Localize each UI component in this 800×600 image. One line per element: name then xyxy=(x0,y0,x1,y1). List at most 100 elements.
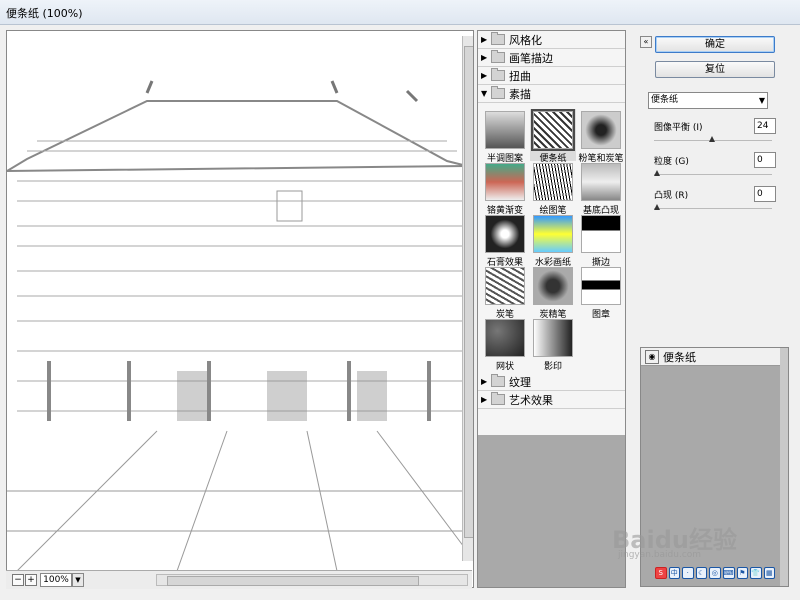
zoom-level-input[interactable]: 100% xyxy=(40,573,72,587)
category-texture[interactable]: ▶ 纹理 xyxy=(478,373,625,391)
reset-button[interactable]: 复位 xyxy=(655,61,775,78)
filter-thumbnail[interactable]: 铬黄渐变 xyxy=(482,161,528,216)
ime-tool-icon[interactable]: ⌨ xyxy=(722,567,735,579)
expand-arrow-icon: ▶ xyxy=(481,377,488,386)
filter-thumbnail[interactable]: 便条纸 xyxy=(530,109,576,164)
ok-button[interactable]: 确定 xyxy=(655,36,775,53)
effect-layer-row[interactable]: ◉ 便条纸 xyxy=(641,348,788,366)
layers-scrollbar[interactable] xyxy=(780,348,788,586)
filter-preview-image xyxy=(581,163,621,201)
collapse-gallery-icon[interactable]: « xyxy=(640,36,652,48)
category-stylize[interactable]: ▶ 风格化 xyxy=(478,31,625,49)
ime-tool-icon[interactable]: ☾ xyxy=(695,567,707,579)
filter-preview-image xyxy=(485,267,525,305)
filter-preview-image xyxy=(485,215,525,253)
ime-tool-icon[interactable]: 中 xyxy=(668,567,680,579)
ime-tool-icon[interactable]: · xyxy=(682,567,694,579)
effect-layer-name: 便条纸 xyxy=(663,350,696,364)
param-slider-track[interactable] xyxy=(654,174,772,175)
preview-vertical-scrollbar[interactable] xyxy=(462,36,473,561)
filter-thumbnail[interactable]: 基底凸现 xyxy=(578,161,624,216)
filter-param: 凸现 (R) 0 xyxy=(654,186,776,220)
expand-arrow-icon: ▶ xyxy=(481,35,488,44)
filter-param: 图像平衡 (I) 24 xyxy=(654,118,776,152)
filter-preview-image xyxy=(531,109,575,151)
filter-label: 网状 xyxy=(495,362,514,372)
filter-thumbnail[interactable]: 网状 xyxy=(482,317,528,372)
filter-preview-image xyxy=(533,319,573,357)
filter-preview-image xyxy=(581,267,621,305)
filter-select[interactable]: 便条纸 ▼ xyxy=(648,92,768,109)
filter-preview-image xyxy=(485,163,525,201)
filter-gallery: ▶ 风格化 ▶ 画笔描边 ▶ 扭曲 ▼ 素描 半调图案 便条纸 粉笔和炭笔铬黄渐变 绘图笔 基底… xyxy=(477,30,626,588)
expand-arrow-icon: ▶ xyxy=(481,71,488,80)
filter-preview-image xyxy=(485,319,525,357)
zoom-out-button[interactable]: − xyxy=(12,574,24,586)
ime-tool-icon[interactable]: ◎ xyxy=(709,567,721,579)
category-sketch[interactable]: ▼ 素描 xyxy=(478,85,625,103)
folder-icon xyxy=(491,392,505,405)
filter-thumbnail[interactable]: 炭精笔 xyxy=(530,265,576,320)
preview-canvas[interactable] xyxy=(6,30,474,588)
filter-thumbnail[interactable]: 炭笔 xyxy=(482,265,528,320)
param-value-input[interactable]: 0 xyxy=(754,152,776,168)
category-distort[interactable]: ▶ 扭曲 xyxy=(478,67,625,85)
filter-preview-image xyxy=(485,111,525,149)
collapse-arrow-icon: ▼ xyxy=(481,89,488,98)
preview-zoom-bar: − + 100% ▼ xyxy=(6,570,472,589)
param-label: 凸现 (R) xyxy=(654,191,689,201)
filter-thumbnail[interactable]: 绘图笔 xyxy=(530,161,576,216)
watermark-url: jingyan.baidu.com xyxy=(618,550,702,560)
filter-controls: « 确定 复位 便条纸 ▼ 图像平衡 (I) 24 粒度 (G) 0 凸现 (R) 0 xyxy=(640,30,792,330)
open-folder-icon xyxy=(491,86,505,99)
param-label: 粒度 (G) xyxy=(654,157,689,167)
filter-param: 粒度 (G) 0 xyxy=(654,152,776,186)
category-brush-strokes[interactable]: ▶ 画笔描边 xyxy=(478,49,625,67)
vertical-scroll-thumb[interactable] xyxy=(464,46,473,538)
ime-tool-icon[interactable]: S xyxy=(655,567,667,579)
zoom-dropdown-icon[interactable]: ▼ xyxy=(72,573,84,587)
folder-icon xyxy=(491,68,505,81)
filter-thumbnail[interactable]: 图章 xyxy=(578,265,624,320)
preview-image xyxy=(7,31,473,572)
filter-thumbnail[interactable]: 影印 xyxy=(530,317,576,372)
param-value-input[interactable]: 0 xyxy=(754,186,776,202)
filter-thumbnail[interactable]: 半调图案 xyxy=(482,109,528,164)
chevron-down-icon: ▼ xyxy=(758,96,765,105)
window-titlebar: 便条纸 (100%) xyxy=(0,0,800,25)
ime-tool-icon[interactable]: 👕 xyxy=(750,567,762,579)
zoom-in-button[interactable]: + xyxy=(25,574,37,586)
horizontal-scroll-thumb[interactable] xyxy=(167,576,419,586)
folder-icon xyxy=(491,374,505,387)
filter-thumbnail[interactable]: 石膏效果 xyxy=(482,213,528,268)
filter-preview-image xyxy=(581,215,621,253)
folder-icon xyxy=(491,50,505,63)
folder-icon xyxy=(491,32,505,45)
filter-thumbnail[interactable]: 粉笔和炭笔 xyxy=(578,109,624,164)
filter-label: 影印 xyxy=(543,362,562,372)
filter-thumbnail[interactable]: 水彩画纸 xyxy=(530,213,576,268)
filter-label: 图章 xyxy=(591,310,610,320)
expand-arrow-icon: ▶ xyxy=(481,395,488,404)
filter-preview-image xyxy=(533,163,573,201)
filter-preview-image xyxy=(533,215,573,253)
ime-tool-icon[interactable]: ⚑ xyxy=(736,567,748,579)
ime-toolbar: S 中 · ☾ ◎ ⌨ ⚑ 👕 ▦ xyxy=(655,565,775,581)
sketch-filter-thumbnails: 半调图案 便条纸 粉笔和炭笔铬黄渐变 绘图笔 基底凸现石膏效果 水彩画纸 撕边 炭笔 炭精笔图章… xyxy=(478,103,625,373)
param-label: 图像平衡 (I) xyxy=(654,123,703,133)
preview-horizontal-scrollbar[interactable] xyxy=(156,574,468,586)
category-artistic[interactable]: ▶ 艺术效果 xyxy=(478,391,625,409)
eye-icon[interactable]: ◉ xyxy=(645,349,659,364)
param-slider-track[interactable] xyxy=(654,208,772,209)
expand-arrow-icon: ▶ xyxy=(481,53,488,62)
param-slider-knob[interactable] xyxy=(654,204,660,210)
filter-preview-image xyxy=(581,111,621,149)
param-slider-knob[interactable] xyxy=(654,170,660,176)
filter-thumbnail[interactable]: 撕边 xyxy=(578,213,624,268)
param-value-input[interactable]: 24 xyxy=(754,118,776,134)
gallery-empty-area xyxy=(478,435,625,587)
ime-tool-icon[interactable]: ▦ xyxy=(763,567,775,579)
param-slider-knob[interactable] xyxy=(709,136,716,142)
window-title: 便条纸 (100%) xyxy=(6,7,83,20)
filter-preview-image xyxy=(533,267,573,305)
